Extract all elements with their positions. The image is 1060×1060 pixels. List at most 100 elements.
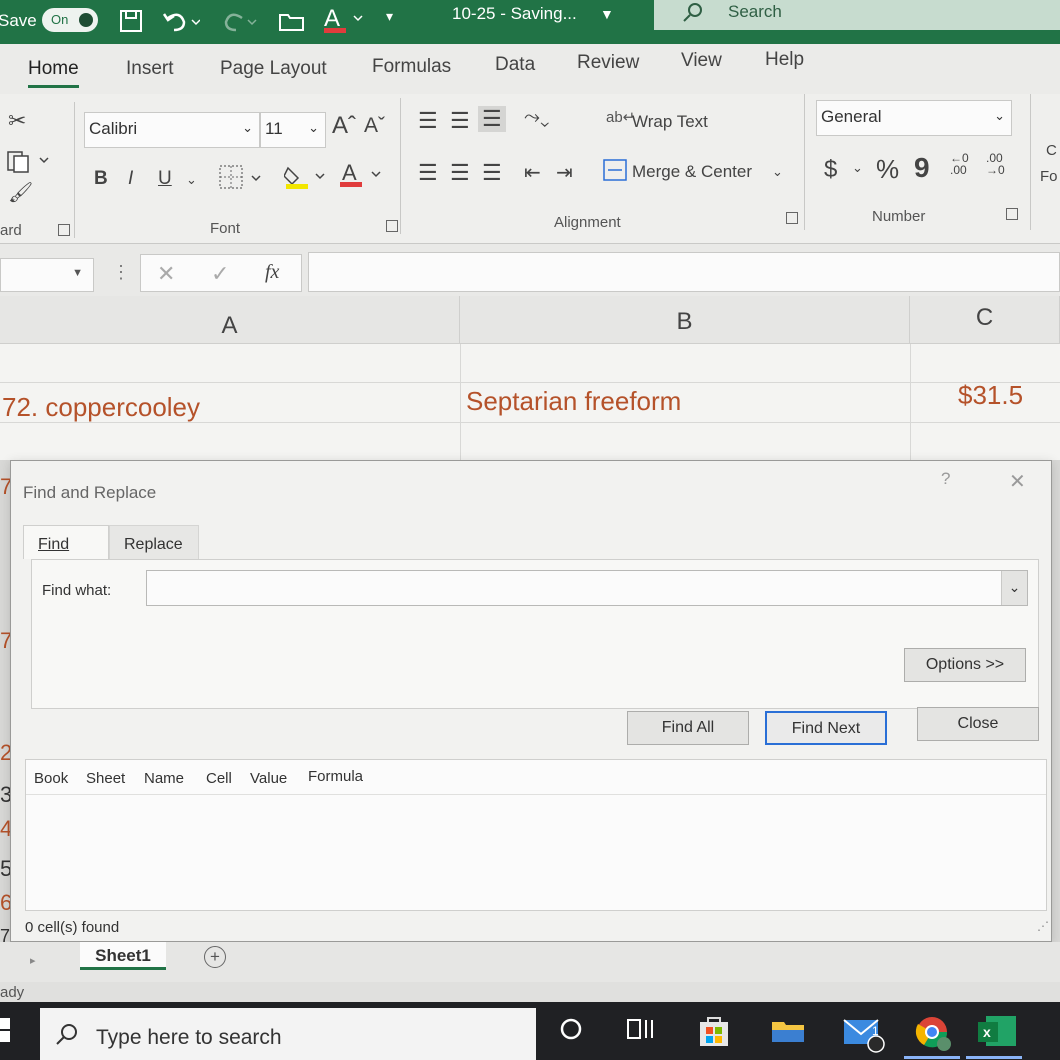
find-all-button[interactable]: Find All [627, 711, 749, 745]
find-next-button[interactable]: Find Next [765, 711, 887, 745]
fill-color-icon[interactable] [283, 162, 334, 197]
decrease-indent-icon[interactable]: ⇤ [524, 160, 541, 185]
font-color-qat-icon[interactable]: A [322, 4, 372, 40]
redo-icon[interactable] [218, 8, 258, 40]
tab-review[interactable]: Review [577, 52, 639, 74]
file-explorer-icon[interactable] [770, 1014, 804, 1044]
undo-icon[interactable] [160, 8, 201, 40]
add-sheet-button[interactable]: + [204, 946, 226, 968]
wrap-text-icon[interactable]: ab↵ [606, 108, 635, 126]
alignment-launcher-icon[interactable] [786, 212, 798, 224]
merge-dropdown-icon[interactable]: ⌄ [772, 164, 783, 180]
resize-grip-icon[interactable]: ⋰ [1037, 919, 1049, 933]
open-folder-icon[interactable] [278, 8, 306, 40]
merge-center-button[interactable]: Merge & Center [632, 162, 752, 182]
wrap-text-button[interactable]: Wrap Text [632, 112, 708, 132]
taskbar-search-box[interactable]: Type here to search [40, 1008, 536, 1060]
close-icon[interactable]: ✕ [1009, 469, 1026, 494]
increase-font-icon[interactable]: Aˆ [332, 112, 356, 140]
customize-qat-icon[interactable]: ▾ [386, 8, 393, 25]
align-center-icon[interactable]: ☰ [450, 160, 470, 186]
tab-data[interactable]: Data [495, 54, 535, 76]
format-partial[interactable]: Fo [1040, 168, 1058, 185]
tab-home[interactable]: Home [28, 58, 79, 88]
increase-indent-icon[interactable]: ⇥ [556, 160, 573, 185]
copy-icon[interactable] [6, 148, 50, 179]
align-right-icon[interactable]: ☰ [482, 160, 502, 186]
clipboard-launcher-icon[interactable] [58, 224, 70, 236]
options-button[interactable]: Options >> [904, 648, 1026, 682]
font-launcher-icon[interactable] [386, 220, 398, 232]
orientation-icon[interactable]: ⤳⌄ [524, 106, 549, 129]
name-box[interactable]: ▼ [0, 258, 94, 292]
scroll-sheets-icon[interactable]: ▸ [30, 954, 36, 967]
underline-button[interactable]: U [158, 168, 172, 190]
title-search-box[interactable]: Search [654, 0, 1060, 30]
borders-icon[interactable] [218, 164, 266, 197]
tab-page-layout[interactable]: Page Layout [220, 58, 327, 80]
results-column-name[interactable]: Name [144, 770, 184, 787]
results-column-cell[interactable]: Cell [206, 770, 232, 787]
italic-button[interactable]: I [128, 168, 133, 190]
results-column-sheet[interactable]: Sheet [86, 770, 125, 787]
cut-icon[interactable]: ✂ [8, 108, 26, 134]
font-color-icon[interactable]: A [340, 160, 390, 197]
autosave-toggle[interactable]: On [42, 8, 98, 32]
results-column-book[interactable]: Book [34, 770, 68, 787]
tab-replace[interactable]: Replace [109, 525, 199, 559]
cell-b[interactable]: Septarian freeform [466, 386, 681, 417]
decrease-font-icon[interactable]: Aˇ [364, 114, 385, 138]
cell-c[interactable]: $31.5 [958, 380, 1023, 411]
excel-icon[interactable]: x [976, 1014, 1016, 1046]
mail-icon[interactable] [842, 1014, 885, 1053]
column-header-c[interactable]: C [910, 296, 1060, 344]
align-left-icon[interactable]: ☰ [418, 160, 438, 186]
find-what-input[interactable]: ⌄ [146, 570, 1028, 606]
save-icon[interactable] [118, 8, 144, 40]
tab-find[interactable]: Find [23, 525, 109, 559]
cortana-icon[interactable] [556, 1014, 590, 1044]
windows-start-icon[interactable] [0, 1018, 12, 1047]
number-format-dropdown[interactable]: General ⌄ [816, 100, 1012, 136]
formula-input[interactable] [308, 252, 1060, 292]
title-dropdown-icon[interactable]: ▼ [600, 6, 614, 22]
help-icon[interactable]: ? [941, 469, 950, 489]
results-column-formula[interactable]: Formula [308, 768, 363, 785]
bold-button[interactable]: B [94, 168, 108, 190]
percent-button[interactable]: % [876, 154, 899, 185]
enter-icon[interactable]: ✓ [211, 261, 229, 287]
underline-dropdown-icon[interactable]: ⌄ [186, 172, 197, 188]
format-painter-icon[interactable]: 🖌 [8, 180, 33, 205]
currency-dropdown-icon[interactable]: ⌄ [852, 160, 863, 176]
tab-help[interactable]: Help [765, 49, 804, 71]
tab-insert[interactable]: Insert [126, 58, 174, 80]
results-column-value[interactable]: Value [250, 770, 287, 787]
column-header-a[interactable]: A [0, 296, 460, 344]
close-button[interactable]: Close [917, 707, 1039, 741]
tab-view[interactable]: View [681, 50, 722, 72]
chrome-icon[interactable] [914, 1014, 951, 1051]
results-list[interactable]: Book Sheet Name Cell Value Formula [25, 759, 1047, 911]
chevron-down-icon[interactable]: ⌄ [1001, 571, 1027, 605]
decrease-decimal-icon[interactable]: .00 →0 [986, 152, 1005, 176]
currency-button[interactable]: $ [824, 156, 837, 184]
cancel-icon[interactable]: ✕ [157, 261, 175, 287]
align-bottom-icon[interactable]: ☰ [478, 106, 506, 132]
cell-a[interactable]: 72. coppercooley [2, 392, 200, 423]
align-middle-icon[interactable]: ☰ [450, 108, 470, 134]
store-icon[interactable] [696, 1014, 730, 1046]
insert-function-icon[interactable]: fx [265, 261, 279, 284]
font-name-dropdown[interactable]: Calibri ⌄ [84, 112, 260, 148]
conditional-format-partial[interactable]: C [1046, 142, 1057, 159]
tab-formulas[interactable]: Formulas [372, 56, 451, 78]
column-header-b[interactable]: B [460, 296, 910, 344]
sheet-tab-sheet1[interactable]: Sheet1 [80, 942, 166, 970]
font-size-dropdown[interactable]: 11 ⌄ [260, 112, 326, 148]
align-top-icon[interactable]: ☰ [418, 108, 438, 134]
merge-center-icon[interactable] [602, 158, 628, 187]
increase-decimal-icon[interactable]: ←0.00 [950, 152, 969, 176]
number-launcher-icon[interactable] [1006, 208, 1018, 220]
comma-button[interactable]: 9 [914, 152, 930, 184]
task-view-icon[interactable] [624, 1014, 658, 1044]
document-title[interactable]: 10-25 - Saving... [452, 4, 577, 24]
